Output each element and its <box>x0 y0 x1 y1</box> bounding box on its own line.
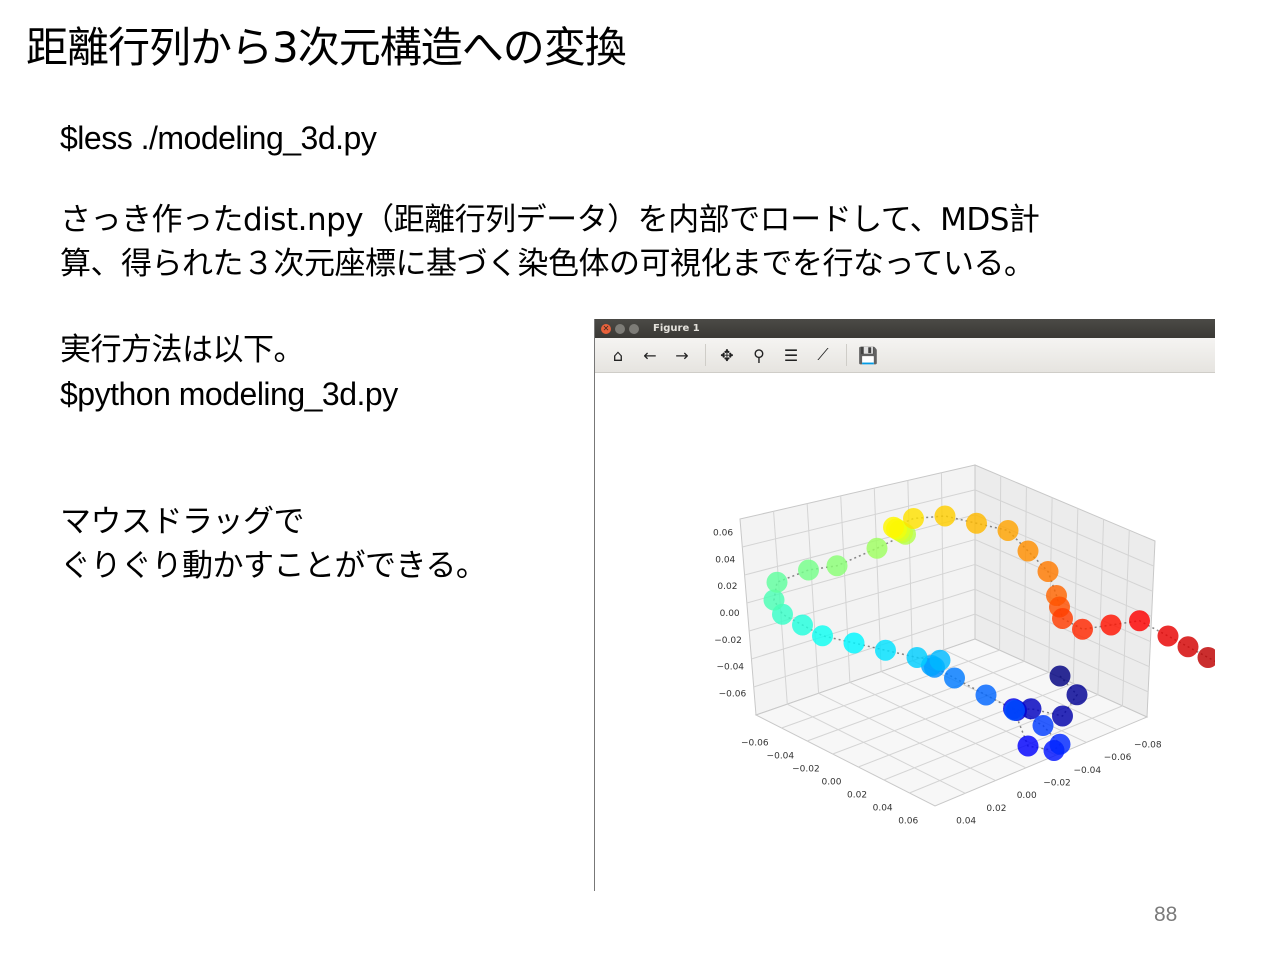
description-line-2: 算、得られた３次元座標に基づく染色体の可視化までを行なっている。 <box>60 246 1035 282</box>
forward-arrow-icon[interactable]: → <box>671 344 693 366</box>
data-point <box>826 555 848 577</box>
z-tick-label: −0.04 <box>716 663 744 673</box>
x-tick-label: −0.04 <box>767 752 795 762</box>
data-point <box>866 537 888 559</box>
minimize-icon[interactable] <box>615 323 625 334</box>
data-point <box>906 647 928 668</box>
data-point <box>975 684 997 706</box>
x-tick-label: 0.00 <box>821 778 841 788</box>
x-tick-label: 0.04 <box>873 804 893 814</box>
data-point <box>1129 610 1150 632</box>
z-tick-label: 0.02 <box>717 582 737 592</box>
y-tick-label: 0.04 <box>956 817 976 827</box>
matplotlib-toolbar: ⌂ ← → ✥ ⚲ ☰ ⟋ 💾 <box>595 338 1215 373</box>
data-point <box>929 649 951 671</box>
maximize-icon[interactable] <box>629 323 639 334</box>
mouse-instructions-line-2: ぐりぐり動かすことができる。 <box>60 548 487 584</box>
subplots-config-icon[interactable]: ☰ <box>780 344 802 366</box>
data-point <box>763 589 785 611</box>
data-point <box>792 614 813 636</box>
data-point <box>1177 636 1199 658</box>
z-tick-label: −0.06 <box>719 690 747 700</box>
x-tick-label: −0.02 <box>792 765 820 775</box>
data-point <box>997 520 1019 541</box>
mouse-instructions-line-1: マウスドラッグで <box>60 504 305 540</box>
data-point <box>944 667 965 689</box>
data-point <box>1017 735 1039 757</box>
data-point <box>966 512 987 534</box>
data-point <box>883 516 904 538</box>
data-point <box>1049 665 1071 687</box>
toolbar-separator <box>705 344 706 366</box>
data-point <box>1100 614 1122 636</box>
x-tick-label: 0.06 <box>898 817 918 827</box>
data-point <box>1052 705 1073 727</box>
save-icon[interactable]: 💾 <box>857 344 879 366</box>
data-point <box>1004 699 1025 721</box>
data-point <box>1052 608 1073 629</box>
data-point <box>903 508 924 529</box>
data-point <box>1017 540 1039 562</box>
back-arrow-icon[interactable]: ← <box>639 344 661 366</box>
run-method: 実行方法は以下。 $python modeling_3d.py <box>60 328 398 416</box>
window-title: Figure 1 <box>653 323 700 334</box>
data-point <box>1032 715 1054 736</box>
window-titlebar[interactable]: ✕ Figure 1 <box>595 319 1215 338</box>
python-command: $python modeling_3d.py <box>60 376 398 412</box>
description-line-1: さっき作ったdist.npy（距離行列データ）を内部でロードして、MDS計 <box>60 202 1040 238</box>
zoom-icon[interactable]: ⚲ <box>748 344 770 366</box>
data-point <box>1072 618 1093 640</box>
data-point <box>1197 647 1215 668</box>
data-point <box>1066 684 1088 706</box>
z-tick-label: 0.00 <box>720 609 740 619</box>
less-command: $less ./modeling_3d.py <box>60 120 377 156</box>
mouse-instructions: マウスドラッグで ぐりぐり動かすことができる。 <box>60 500 487 588</box>
home-icon[interactable]: ⌂ <box>607 344 629 366</box>
data-point <box>1037 561 1059 582</box>
data-point <box>812 625 833 647</box>
data-point <box>843 632 865 654</box>
figure-window: ✕ Figure 1 ⌂ ← → ✥ ⚲ ☰ ⟋ 💾 0.06 0.04 0.02 0… <box>594 319 1215 891</box>
y-tick-label: −0.08 <box>1134 740 1162 750</box>
z-tick-label: 0.04 <box>715 555 735 565</box>
y-tick-label: 0.00 <box>1017 791 1037 801</box>
y-tick-label: −0.04 <box>1073 766 1101 776</box>
run-method-heading: 実行方法は以下。 <box>60 332 304 368</box>
x-tick-label: 0.02 <box>847 791 867 801</box>
y-tick-label: −0.06 <box>1104 753 1132 763</box>
slide-title: 距離行列から3次元構造への変換 <box>26 23 627 72</box>
data-point <box>934 505 956 527</box>
pan-icon[interactable]: ✥ <box>716 344 738 366</box>
page-number: 88 <box>1154 903 1178 926</box>
edit-axes-icon[interactable]: ⟋ <box>812 344 834 366</box>
y-tick-label: 0.02 <box>986 804 1006 814</box>
3d-scatter-plot[interactable]: 0.060.040.020.00−0.02−0.04−0.06−0.06−0.0… <box>595 373 1215 891</box>
data-point <box>798 559 819 581</box>
data-point <box>766 571 788 593</box>
z-tick-label: 0.06 <box>713 528 733 538</box>
z-tick-label: −0.02 <box>714 636 742 646</box>
description: さっき作ったdist.npy（距離行列データ）を内部でロードして、MDS計 算、… <box>60 198 1040 286</box>
toolbar-separator <box>846 344 847 366</box>
close-icon[interactable]: ✕ <box>601 323 611 334</box>
data-point <box>875 639 896 661</box>
x-tick-label: −0.06 <box>741 739 769 749</box>
data-point <box>1157 625 1179 647</box>
data-point <box>1049 733 1071 755</box>
y-tick-label: −0.02 <box>1043 779 1071 789</box>
